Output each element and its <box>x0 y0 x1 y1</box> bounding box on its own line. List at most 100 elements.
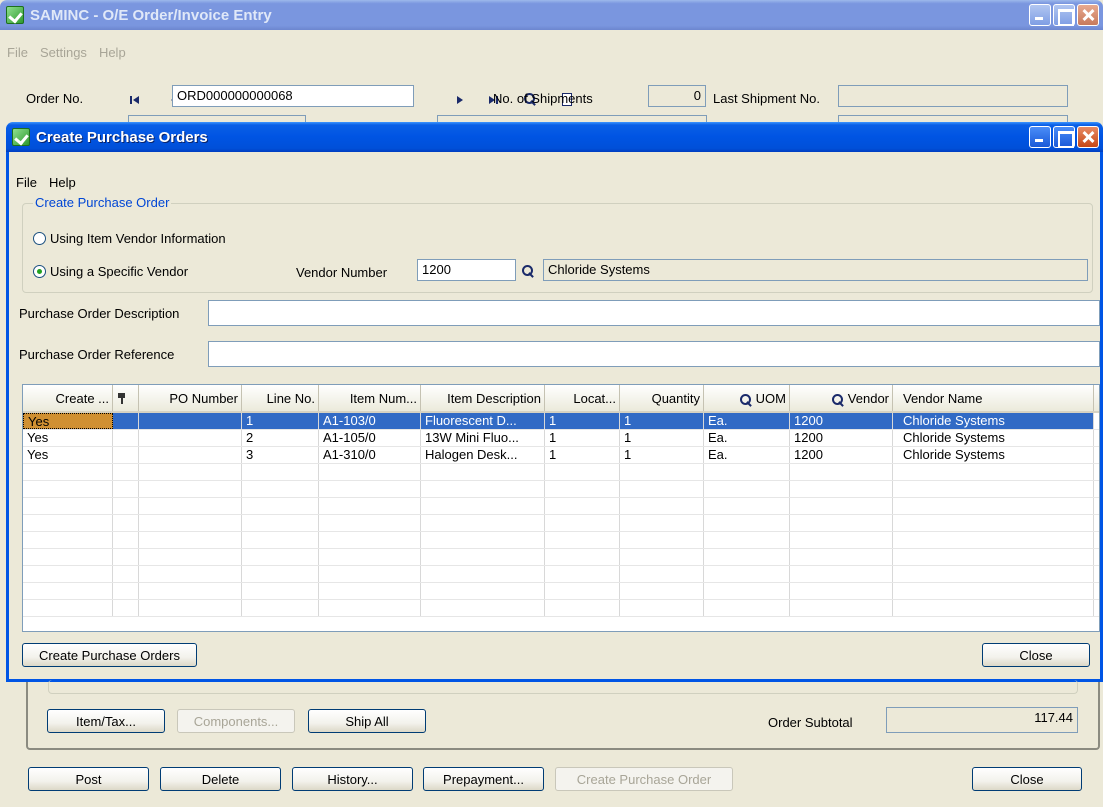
main-menu-settings[interactable]: Settings <box>39 45 88 60</box>
cell-uom[interactable] <box>704 583 790 599</box>
main-close-button[interactable]: Close <box>972 767 1082 791</box>
cell-location[interactable] <box>545 600 620 616</box>
history-button[interactable]: History... <box>292 767 413 791</box>
cell-item-number[interactable]: A1-103/0 <box>319 413 421 429</box>
uom-lookup-icon[interactable] <box>739 393 751 405</box>
cell-item-number[interactable] <box>319 481 421 497</box>
order-number-input[interactable]: ORD000000000068 <box>172 85 414 107</box>
cell-vendor[interactable]: 1200 <box>790 430 893 446</box>
main-menu-help[interactable]: Help <box>98 45 127 60</box>
dialog-menu-help[interactable]: Help <box>48 175 77 190</box>
cell-vendor-name[interactable] <box>893 515 1094 531</box>
cell-line-no[interactable] <box>242 600 319 616</box>
col-vendor-name[interactable]: Vendor Name <box>893 385 1094 411</box>
table-row[interactable]: Yes 3 A1-310/0 Halogen Desk... 1 1 Ea. 1200 Chlo… <box>23 447 1099 464</box>
col-location[interactable]: Locat... <box>545 385 620 411</box>
cell-vendor-name[interactable] <box>893 532 1094 548</box>
cell-item-number[interactable] <box>319 549 421 565</box>
cell-vendor[interactable] <box>790 498 893 514</box>
main-title-bar[interactable]: SAMINC - O/E Order/Invoice Entry <box>0 0 1103 30</box>
col-po-number[interactable]: PO Number <box>139 385 242 411</box>
next-record-icon[interactable] <box>453 93 467 107</box>
cell-vendor-name[interactable] <box>893 481 1094 497</box>
table-row[interactable]: Yes 2 A1-105/0 13W Mini Fluo... 1 1 Ea. 1200 Chl… <box>23 430 1099 447</box>
col-uom[interactable]: UOM <box>704 385 790 411</box>
ship-all-button[interactable]: Ship All <box>308 709 426 733</box>
cell-line-no[interactable]: 1 <box>242 413 319 429</box>
cell-line-no[interactable] <box>242 481 319 497</box>
dialog-title-bar[interactable]: Create Purchase Orders <box>6 122 1103 152</box>
cell-pin[interactable] <box>113 447 139 463</box>
cell-quantity[interactable]: 1 <box>620 447 704 463</box>
cell-create[interactable]: Yes <box>23 413 113 429</box>
col-quantity[interactable]: Quantity <box>620 385 704 411</box>
create-purchase-orders-button[interactable]: Create Purchase Orders <box>22 643 197 667</box>
radio-specific-vendor-circle[interactable] <box>33 265 46 278</box>
cell-create[interactable]: Yes <box>23 430 113 446</box>
cell-quantity[interactable] <box>620 532 704 548</box>
cell-location[interactable] <box>545 464 620 480</box>
create-purchase-order-button[interactable]: Create Purchase Order <box>555 767 733 791</box>
cell-item-number[interactable] <box>319 566 421 582</box>
cell-item-number[interactable]: A1-310/0 <box>319 447 421 463</box>
cell-vendor[interactable] <box>790 600 893 616</box>
cell-item-description[interactable] <box>421 600 545 616</box>
table-row[interactable] <box>23 498 1099 515</box>
cell-pin[interactable] <box>113 583 139 599</box>
vendor-lookup-icon[interactable] <box>521 264 535 278</box>
cell-uom[interactable] <box>704 549 790 565</box>
cell-pin[interactable] <box>113 481 139 497</box>
cell-line-no[interactable] <box>242 549 319 565</box>
col-item-number[interactable]: Item Num... <box>319 385 421 411</box>
table-row[interactable] <box>23 583 1099 600</box>
cell-create[interactable] <box>23 583 113 599</box>
cell-quantity[interactable]: 1 <box>620 430 704 446</box>
cell-location[interactable] <box>545 481 620 497</box>
cell-create[interactable] <box>23 515 113 531</box>
cell-item-description[interactable] <box>421 566 545 582</box>
cell-vendor-name[interactable]: Chloride Systems <box>893 447 1094 463</box>
cell-po-number[interactable] <box>139 464 242 480</box>
po-description-input[interactable] <box>208 300 1100 326</box>
cell-create[interactable] <box>23 549 113 565</box>
prepayment-button[interactable]: Prepayment... <box>423 767 544 791</box>
cell-create[interactable] <box>23 464 113 480</box>
radio-item-vendor-circle[interactable] <box>33 232 46 245</box>
cell-location[interactable]: 1 <box>545 413 620 429</box>
item-tax-button[interactable]: Item/Tax... <box>47 709 165 733</box>
cell-vendor-name[interactable] <box>893 566 1094 582</box>
cell-uom[interactable]: Ea. <box>704 413 790 429</box>
cell-item-description[interactable]: 13W Mini Fluo... <box>421 430 545 446</box>
cell-po-number[interactable] <box>139 447 242 463</box>
cell-item-number[interactable] <box>319 498 421 514</box>
main-menu-file[interactable]: File <box>6 45 29 60</box>
cell-vendor-name[interactable] <box>893 600 1094 616</box>
vendor-number-input[interactable]: 1200 <box>417 259 516 281</box>
cell-po-number[interactable] <box>139 481 242 497</box>
col-pin[interactable] <box>113 385 139 411</box>
cell-location[interactable]: 1 <box>545 447 620 463</box>
cell-line-no[interactable] <box>242 532 319 548</box>
cell-vendor-name[interactable] <box>893 498 1094 514</box>
cell-vendor-name[interactable]: Chloride Systems <box>893 430 1094 446</box>
cell-item-number[interactable] <box>319 600 421 616</box>
table-row[interactable]: Yes 1 A1-103/0 Fluorescent D... 1 1 Ea. 1200 Chl… <box>23 413 1099 430</box>
cell-line-no[interactable] <box>242 515 319 531</box>
vendor-col-lookup-icon[interactable] <box>831 393 843 405</box>
cell-create[interactable] <box>23 532 113 548</box>
cell-pin[interactable] <box>113 600 139 616</box>
cell-location[interactable] <box>545 532 620 548</box>
col-create[interactable]: Create ... <box>23 385 113 411</box>
table-row[interactable] <box>23 549 1099 566</box>
po-reference-input[interactable] <box>208 341 1100 367</box>
cell-vendor[interactable]: 1200 <box>790 413 893 429</box>
cell-item-description[interactable]: Halogen Desk... <box>421 447 545 463</box>
cell-create[interactable] <box>23 481 113 497</box>
cell-uom[interactable] <box>704 515 790 531</box>
cell-create[interactable]: Yes <box>23 447 113 463</box>
dialog-close-icon[interactable] <box>1077 126 1099 148</box>
cell-quantity[interactable] <box>620 481 704 497</box>
dialog-minimize-icon[interactable] <box>1029 126 1051 148</box>
cell-pin[interactable] <box>113 549 139 565</box>
col-line-no[interactable]: Line No. <box>242 385 319 411</box>
